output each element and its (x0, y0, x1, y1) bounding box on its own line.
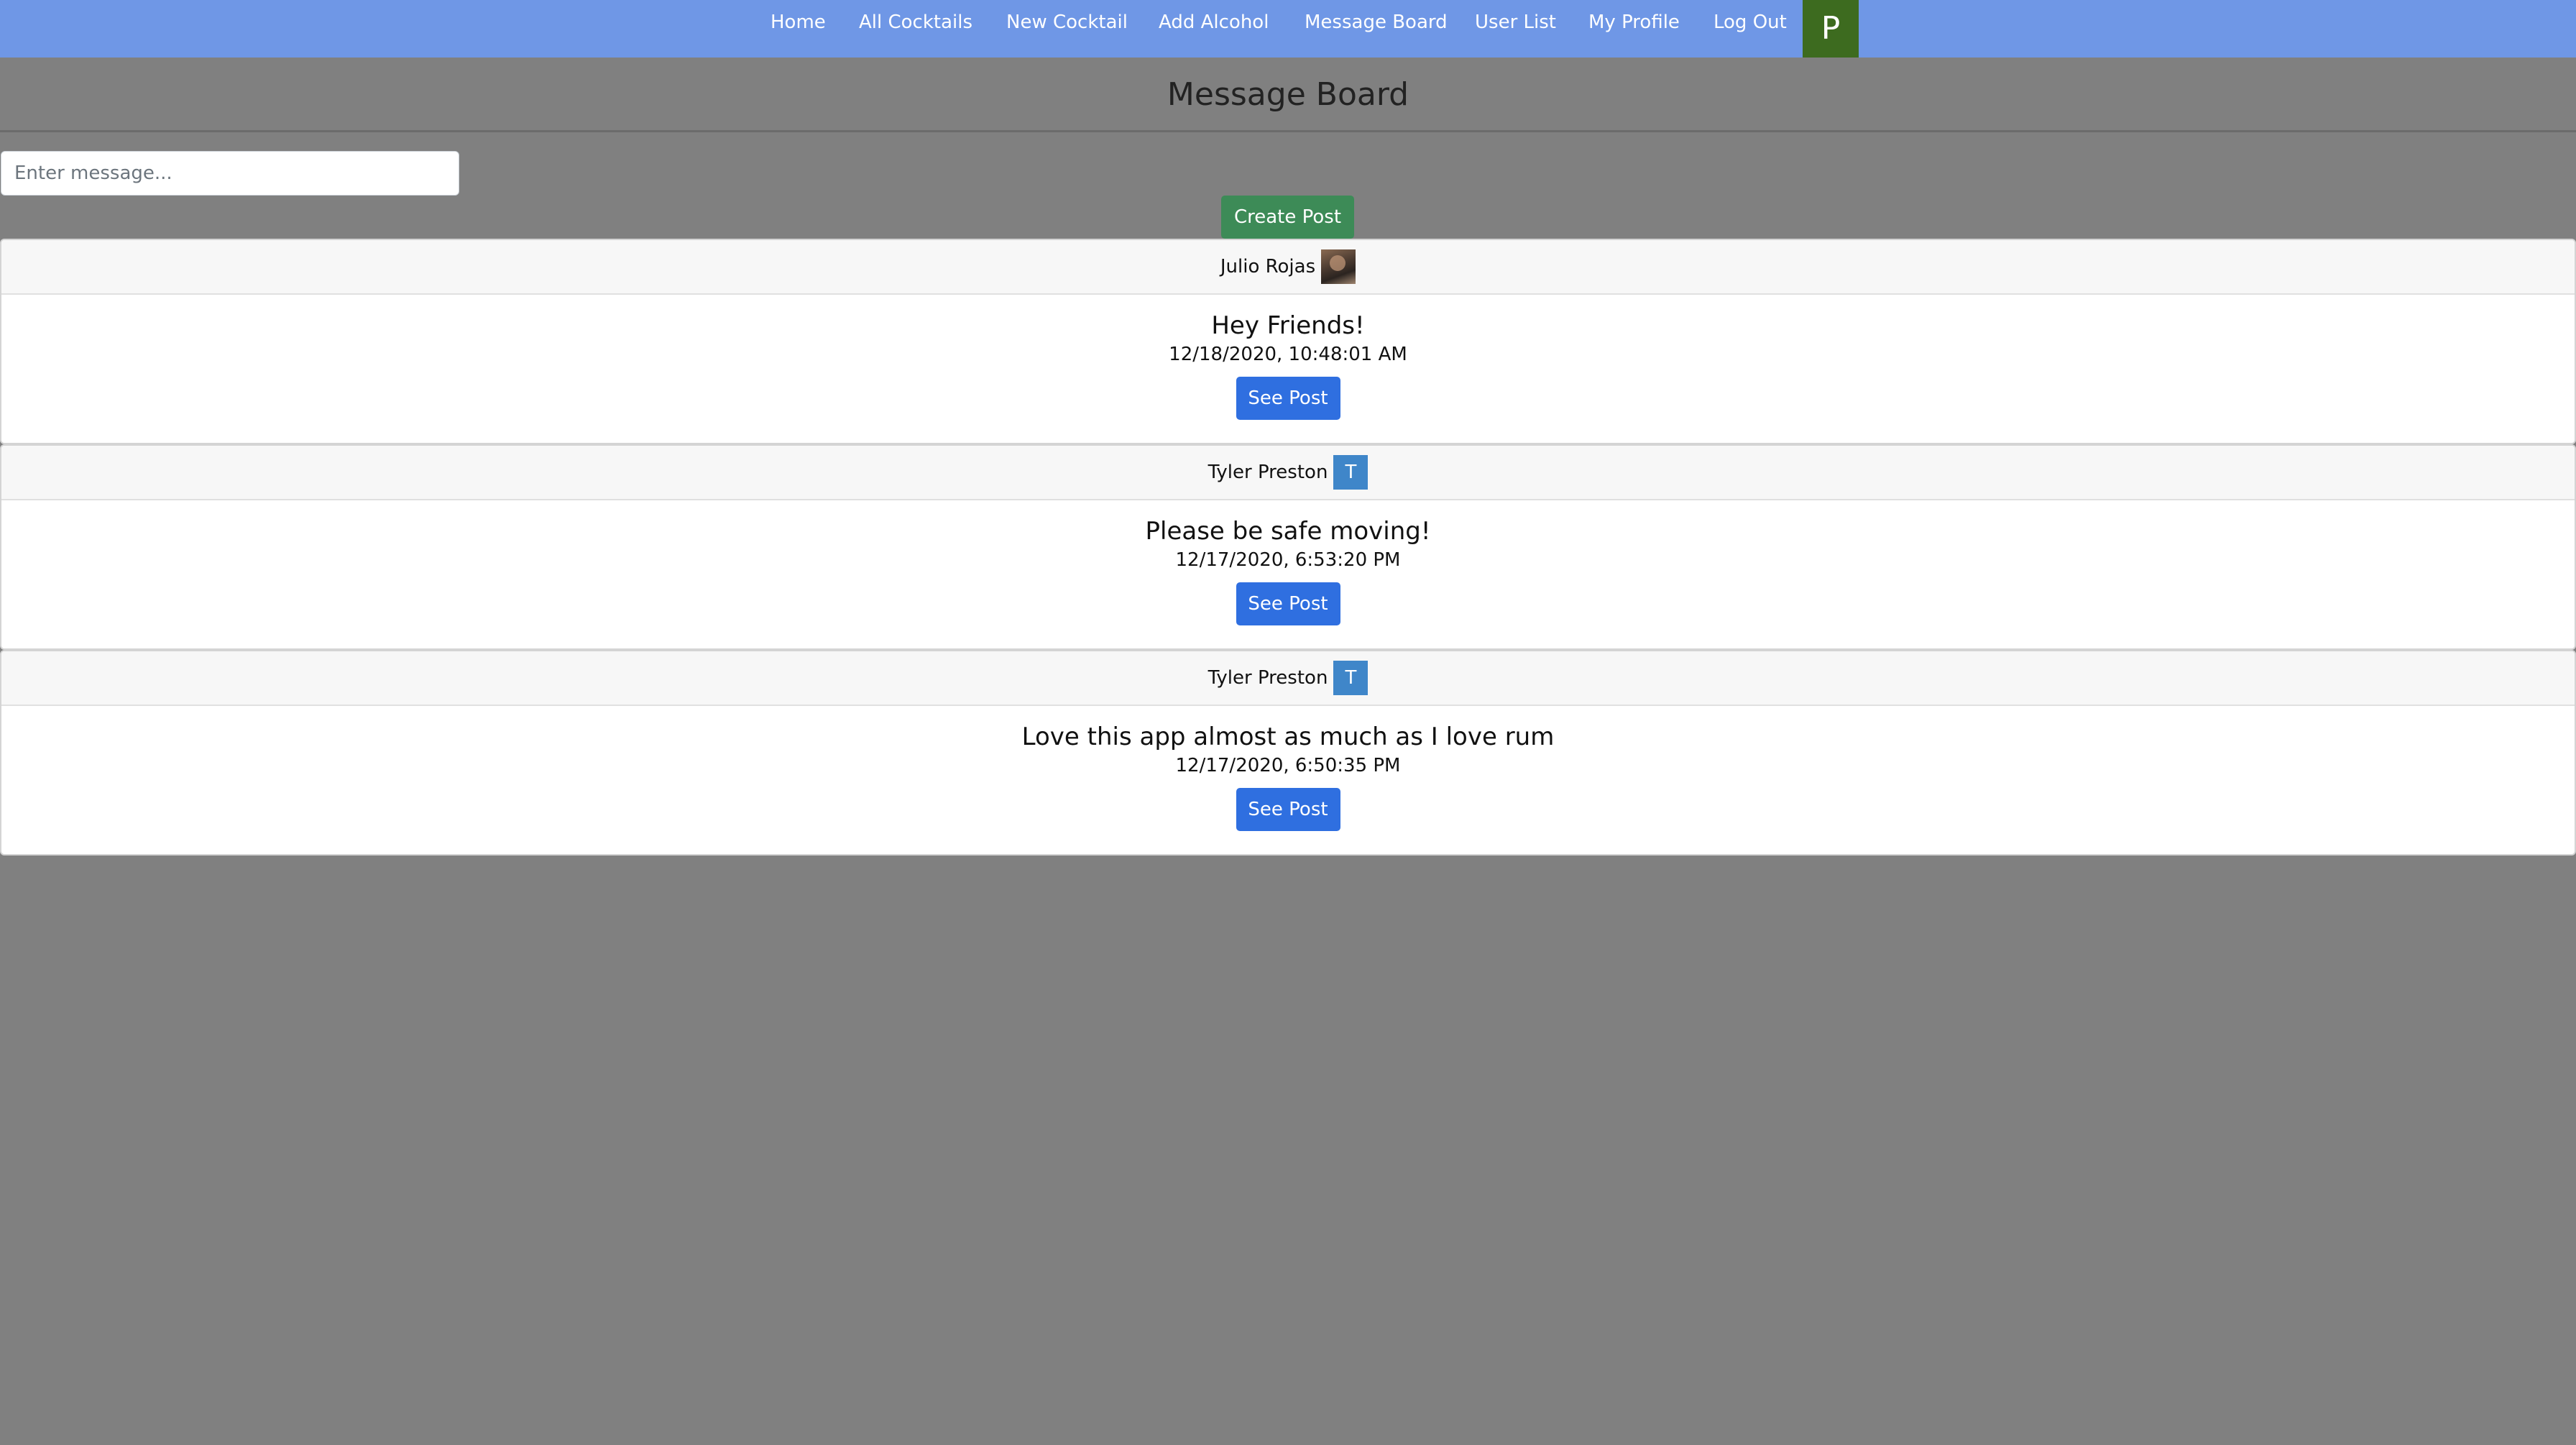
post-header: Julio Rojas (1, 240, 2575, 295)
nav-link-new-cocktail[interactable]: New Cocktail (1006, 0, 1128, 45)
create-post-button[interactable]: Create Post (1221, 196, 1354, 239)
see-post-button[interactable]: See Post (1236, 377, 1340, 420)
author-name: Tyler Preston (1208, 667, 1328, 689)
post-card: Julio Rojas Hey Friends! 12/18/2020, 10:… (0, 239, 2576, 444)
author-initial-avatar: T (1333, 661, 1368, 695)
post-card: Tyler Preston T Please be safe moving! 1… (0, 444, 2576, 650)
author-initial-avatar: T (1333, 455, 1368, 490)
nav-link-add-alcohol[interactable]: Add Alcohol (1159, 0, 1269, 45)
nav-link-log-out[interactable]: Log Out (1714, 0, 1787, 45)
top-navbar: Home All Cocktails New Cocktail Add Alco… (0, 0, 2576, 58)
post-timestamp: 12/17/2020, 6:50:35 PM (1175, 755, 1401, 776)
nav-link-all-cocktails[interactable]: All Cocktails (859, 0, 972, 45)
nav-link-message-board[interactable]: Message Board (1305, 0, 1448, 45)
post-header: Tyler Preston T (1, 446, 2575, 500)
see-post-button[interactable]: See Post (1236, 582, 1340, 625)
post-list: Julio Rojas Hey Friends! 12/18/2020, 10:… (0, 239, 2576, 855)
post-body: Love this app almost as much as I love r… (1, 706, 2575, 854)
nav-link-home[interactable]: Home (770, 0, 826, 45)
see-post-button[interactable]: See Post (1236, 788, 1340, 831)
post-body: Hey Friends! 12/18/2020, 10:48:01 AM See… (1, 295, 2575, 443)
post-message: Hey Friends! (1211, 311, 1365, 340)
post-body: Please be safe moving! 12/17/2020, 6:53:… (1, 500, 2575, 648)
post-message: Please be safe moving! (1145, 517, 1431, 546)
author-name: Tyler Preston (1208, 462, 1328, 483)
author-photo-avatar (1321, 249, 1356, 284)
author-name: Julio Rojas (1220, 256, 1316, 277)
user-avatar[interactable]: P (1803, 0, 1859, 58)
post-header: Tyler Preston T (1, 651, 2575, 706)
nav-link-user-list[interactable]: User List (1475, 0, 1556, 45)
message-input[interactable] (1, 151, 459, 196)
post-card: Tyler Preston T Love this app almost as … (0, 650, 2576, 855)
page-header: Message Board (0, 58, 2576, 132)
post-timestamp: 12/18/2020, 10:48:01 AM (1169, 344, 1407, 365)
post-timestamp: 12/17/2020, 6:53:20 PM (1175, 549, 1401, 571)
page-title: Message Board (1167, 76, 1409, 113)
post-message: Love this app almost as much as I love r… (1021, 722, 1555, 751)
nav-link-my-profile[interactable]: My Profile (1588, 0, 1680, 45)
